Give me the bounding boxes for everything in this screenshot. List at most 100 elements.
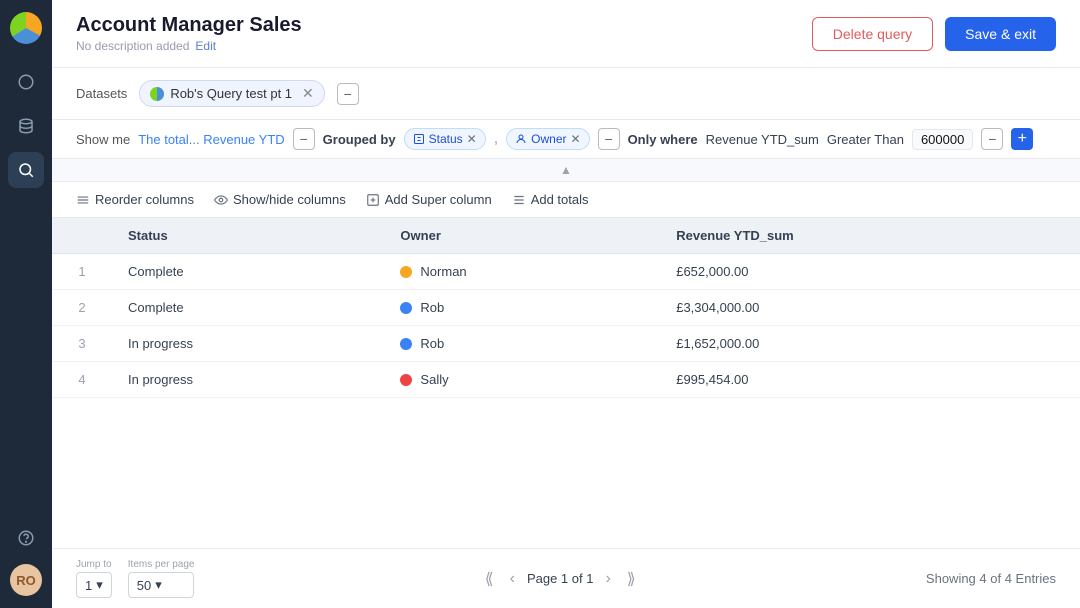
page-description: No description added Edit xyxy=(76,39,302,53)
totals-icon xyxy=(512,193,526,207)
edit-link[interactable]: Edit xyxy=(195,39,216,53)
sidebar-item-help[interactable] xyxy=(8,520,44,556)
col-num xyxy=(52,218,112,254)
dataset-name: Rob's Query test pt 1 xyxy=(170,86,292,101)
datasets-label: Datasets xyxy=(76,86,127,101)
dataset-chip[interactable]: Rob's Query test pt 1 ✕ xyxy=(139,80,324,107)
items-per-page-select[interactable]: 50 ▾ xyxy=(128,572,195,598)
owner-name: Sally xyxy=(420,372,448,387)
jump-to-select[interactable]: 1 ▾ xyxy=(76,572,112,598)
header: Account Manager Sales No description add… xyxy=(52,0,1080,68)
grouped-by-label: Grouped by xyxy=(323,132,396,147)
reorder-columns-button[interactable]: Reorder columns xyxy=(76,192,194,207)
dataset-icon xyxy=(150,87,164,101)
first-page-button[interactable]: ⟪ xyxy=(481,565,498,593)
show-me-label: Show me xyxy=(76,132,130,147)
jump-to-chevron: ▾ xyxy=(96,577,103,593)
items-per-page-label: Items per page xyxy=(128,559,195,570)
header-actions: Delete query Save & exit xyxy=(812,17,1056,51)
col-status: Status xyxy=(112,218,384,254)
sidebar-item-database[interactable] xyxy=(8,108,44,144)
owner-color-dot xyxy=(400,338,412,350)
table-row: 3 In progress Rob £1,652,000.00 xyxy=(52,326,1080,362)
owner-tag-remove[interactable]: ✕ xyxy=(571,132,581,146)
only-where-label: Only where xyxy=(628,132,698,147)
collapse-bar[interactable]: ▲ xyxy=(52,159,1080,182)
owner-name: Norman xyxy=(420,264,466,279)
prev-page-button[interactable]: ‹ xyxy=(506,566,519,592)
owner-name: Rob xyxy=(420,336,444,351)
row-number: 4 xyxy=(52,362,112,398)
delete-query-button[interactable]: Delete query xyxy=(812,17,933,51)
status-tag[interactable]: Status ✕ xyxy=(404,128,486,150)
row-revenue: £1,652,000.00 xyxy=(660,326,1080,362)
col-owner: Owner xyxy=(384,218,660,254)
items-per-page-control: Items per page 50 ▾ xyxy=(128,559,195,598)
row-status: In progress xyxy=(112,362,384,398)
logo-icon[interactable] xyxy=(10,12,42,44)
jump-to-value: 1 xyxy=(85,578,92,593)
row-status: In progress xyxy=(112,326,384,362)
sidebar-item-search[interactable] xyxy=(8,152,44,188)
data-table-container: Status Owner Revenue YTD_sum 1 Complete … xyxy=(52,218,1080,548)
last-page-button[interactable]: ⟫ xyxy=(623,565,640,593)
show-hide-columns-button[interactable]: Show/hide columns xyxy=(214,192,346,207)
super-column-icon xyxy=(366,193,380,207)
table-row: 2 Complete Rob £3,304,000.00 xyxy=(52,290,1080,326)
datasets-toolbar: Datasets Rob's Query test pt 1 ✕ − xyxy=(52,68,1080,120)
row-owner: Rob xyxy=(384,290,660,326)
owner-color-dot xyxy=(400,374,412,386)
owner-tag[interactable]: Owner ✕ xyxy=(506,128,589,150)
row-revenue: £3,304,000.00 xyxy=(660,290,1080,326)
showing-entries-text: Showing 4 of 4 Entries xyxy=(926,571,1056,586)
pagination: ⟪ ‹ Page 1 of 1 › ⟫ xyxy=(481,565,640,593)
row-number: 2 xyxy=(52,290,112,326)
condition-minus-button[interactable]: − xyxy=(981,128,1003,150)
row-owner: Norman xyxy=(384,254,660,290)
row-revenue: £995,454.00 xyxy=(660,362,1080,398)
page-indicator: Page 1 of 1 xyxy=(527,571,594,586)
comma-divider: , xyxy=(494,130,498,148)
data-table: Status Owner Revenue YTD_sum 1 Complete … xyxy=(52,218,1080,398)
table-row: 4 In progress Sally £995,454.00 xyxy=(52,362,1080,398)
jump-to-label: Jump to xyxy=(76,559,112,570)
show-hide-icon xyxy=(214,193,228,207)
condition-value[interactable]: 600000 xyxy=(912,129,973,150)
save-exit-button[interactable]: Save & exit xyxy=(945,17,1056,51)
sidebar-item-circle[interactable] xyxy=(8,64,44,100)
items-per-page-value: 50 xyxy=(137,578,151,593)
footer-left: Jump to 1 ▾ Items per page 50 ▾ xyxy=(76,559,194,598)
grouped-minus-button[interactable]: − xyxy=(598,128,620,150)
status-tag-remove[interactable]: ✕ xyxy=(467,132,477,146)
next-page-button[interactable]: › xyxy=(601,566,614,592)
revenue-link[interactable]: The total... Revenue YTD xyxy=(138,132,284,147)
chevron-up-icon: ▲ xyxy=(560,163,572,177)
datasets-minus-button[interactable]: − xyxy=(337,83,359,105)
row-status: Complete xyxy=(112,290,384,326)
owner-color-dot xyxy=(400,302,412,314)
header-left: Account Manager Sales No description add… xyxy=(76,14,302,53)
row-number: 3 xyxy=(52,326,112,362)
table-row: 1 Complete Norman £652,000.00 xyxy=(52,254,1080,290)
row-revenue: £652,000.00 xyxy=(660,254,1080,290)
row-number: 1 xyxy=(52,254,112,290)
row-status: Complete xyxy=(112,254,384,290)
reorder-icon xyxy=(76,193,90,207)
condition-op: Greater Than xyxy=(827,132,904,147)
avatar[interactable]: RO xyxy=(10,564,42,596)
jump-to-control: Jump to 1 ▾ xyxy=(76,559,112,598)
condition-field: Revenue YTD_sum xyxy=(706,132,819,147)
row-owner: Sally xyxy=(384,362,660,398)
add-super-column-button[interactable]: Add Super column xyxy=(366,192,492,207)
add-totals-button[interactable]: Add totals xyxy=(512,192,589,207)
status-tag-label: Status xyxy=(429,132,463,146)
dataset-remove-icon[interactable]: ✕ xyxy=(302,85,314,102)
show-minus-button[interactable]: − xyxy=(293,128,315,150)
owner-tag-label: Owner xyxy=(531,132,566,146)
row-owner: Rob xyxy=(384,326,660,362)
status-tag-icon xyxy=(413,133,425,145)
page-title: Account Manager Sales xyxy=(76,14,302,37)
condition-plus-button[interactable]: + xyxy=(1011,128,1033,150)
main-content: Account Manager Sales No description add… xyxy=(52,0,1080,608)
sidebar: RO xyxy=(0,0,52,608)
